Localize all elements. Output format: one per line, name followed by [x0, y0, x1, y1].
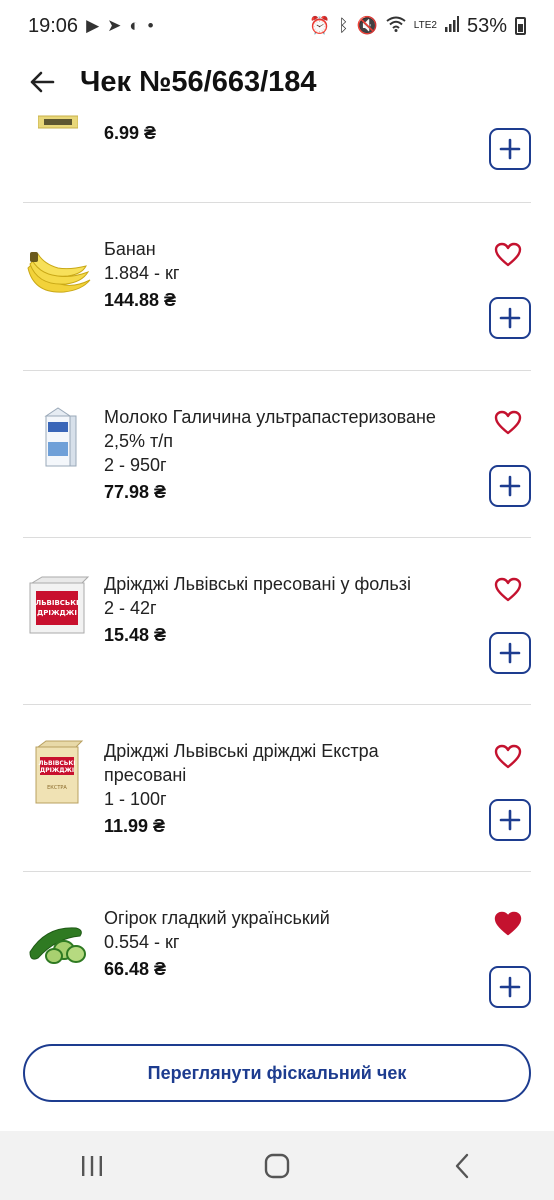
more-notifications-icon: • — [147, 16, 154, 35]
arrow-left-icon — [30, 71, 55, 93]
list-item: Огірок гладкий український 0.554 - кг 66… — [23, 872, 531, 1039]
status-time: 19:06 — [28, 14, 79, 37]
list-item: ЛЬВІВСЬКІ ДРІЖДЖІ Дріжджі Львівські прес… — [23, 538, 531, 705]
add-to-cart-button[interactable] — [489, 632, 531, 674]
favorite-button[interactable] — [493, 743, 523, 771]
product-image-yeast: ЛЬВІВСЬКІ ДРІЖДЖІ — [23, 570, 93, 640]
favorite-button[interactable] — [493, 409, 523, 437]
item-price: 144.88 ₴ — [104, 290, 177, 310]
add-to-cart-button[interactable] — [489, 297, 531, 339]
telegram-icon: ➤ — [107, 16, 122, 35]
item-quantity: 0.554 - кг — [104, 932, 180, 952]
add-to-cart-button[interactable] — [489, 465, 531, 507]
product-image-banana — [23, 241, 93, 311]
item-name: Молоко Галичина ультрапастеризоване 2,5%… — [104, 407, 436, 451]
item-quantity: 2 - 950г — [104, 455, 167, 475]
notification-icon: ▶ — [86, 16, 100, 35]
product-image-cucumber — [23, 908, 93, 978]
plus-icon — [499, 138, 521, 160]
heart-outline-icon — [494, 242, 522, 267]
yeast-label-line1: ЛЬВІВСЬКІ — [35, 599, 78, 607]
wifi-icon — [386, 16, 406, 37]
bluetooth-icon: ᛒ — [338, 16, 349, 35]
alarm-icon: ⏰ — [309, 16, 331, 35]
battery-percent: 53% — [466, 14, 507, 37]
status-left: 19:06 ▶ ➤ ◐ • — [28, 15, 154, 38]
product-image-yeast-extra: ЛЬВІВСЬКІ ДРІЖДЖІ ЕКСТРА — [23, 737, 93, 807]
list-item: Молоко Галичина ультрапастеризоване 2,5%… — [23, 371, 531, 538]
plus-icon — [499, 642, 521, 664]
item-name: Огірок гладкий український — [104, 908, 330, 928]
recent-apps-icon — [82, 1155, 103, 1176]
heart-filled-icon — [494, 911, 522, 936]
item-price: 11.99 ₴ — [104, 816, 166, 836]
recent-apps-button[interactable] — [62, 1141, 122, 1191]
yeast-extra-label-line2: ДРІЖДЖІ — [40, 767, 74, 774]
add-to-cart-button[interactable] — [489, 966, 531, 1008]
plus-icon — [499, 976, 521, 998]
back-button[interactable] — [20, 60, 64, 104]
app-header: Чек №56/663/184 — [0, 52, 554, 112]
item-price: 6.99 ₴ — [104, 123, 157, 143]
favorite-button[interactable] — [493, 576, 523, 604]
item-quantity: 1.884 - кг — [104, 263, 180, 283]
yeast-extra-label-line3: ЕКСТРА — [47, 785, 67, 791]
product-image-milk — [23, 403, 93, 473]
item-quantity: 1 - 100г — [104, 789, 167, 809]
chevron-left-icon — [455, 1153, 468, 1178]
item-name: Банан — [104, 239, 156, 259]
heart-outline-icon — [494, 577, 522, 602]
signal-icon — [444, 15, 459, 37]
home-button[interactable] — [247, 1141, 307, 1191]
mute-icon: 🔇 — [356, 16, 378, 35]
add-to-cart-button[interactable] — [489, 799, 531, 841]
view-fiscal-receipt-button[interactable]: Переглянути фіскальний чек — [23, 1044, 531, 1102]
add-to-cart-button[interactable] — [489, 128, 531, 170]
status-bar: 19:06 ▶ ➤ ◐ • ⏰ ᛒ 🔇 LTE2 53% — [0, 0, 554, 52]
plus-icon — [499, 475, 521, 497]
status-right: ⏰ ᛒ 🔇 LTE2 53% — [309, 15, 526, 38]
list-item: ЛЬВІВСЬКІ ДРІЖДЖІ ЕКСТРА Дріжджі Львівсь… — [23, 705, 531, 872]
item-name: Дріжджі Львівські пресовані у фользі — [104, 574, 412, 594]
yeast-label-line2: ДРІЖДЖІ — [37, 609, 77, 617]
system-nav-bar — [0, 1131, 554, 1200]
plus-icon — [499, 809, 521, 831]
item-price: 77.98 ₴ — [104, 482, 167, 502]
item-name: Дріжджі Львівські дріжджі Екстра пресова… — [104, 741, 379, 785]
network-label: LTE2 — [413, 20, 437, 31]
list-item: 6.99 ₴ — [23, 112, 531, 203]
favorite-button[interactable] — [493, 910, 523, 938]
battery-icon — [515, 17, 526, 35]
yeast-extra-label-line1: ЛЬВІВСЬКІ — [38, 760, 75, 767]
favorite-button[interactable] — [493, 241, 523, 269]
plus-icon — [499, 307, 521, 329]
item-price: 66.48 ₴ — [104, 959, 167, 979]
item-price: 15.48 ₴ — [104, 625, 167, 645]
app-icon: ◐ — [129, 16, 140, 35]
list-item: Банан 1.884 - кг 144.88 ₴ — [23, 203, 531, 371]
heart-outline-icon — [494, 744, 522, 769]
item-quantity: 2 - 42г — [104, 598, 157, 618]
system-back-button[interactable] — [432, 1141, 492, 1191]
product-image — [23, 108, 93, 136]
receipt-items-list: 6.99 ₴ Банан 1.884 - кг 144.88 ₴ Молоко … — [0, 112, 554, 1039]
heart-outline-icon — [494, 410, 522, 435]
page-title: Чек №56/663/184 — [80, 65, 317, 98]
home-icon — [264, 1153, 290, 1178]
